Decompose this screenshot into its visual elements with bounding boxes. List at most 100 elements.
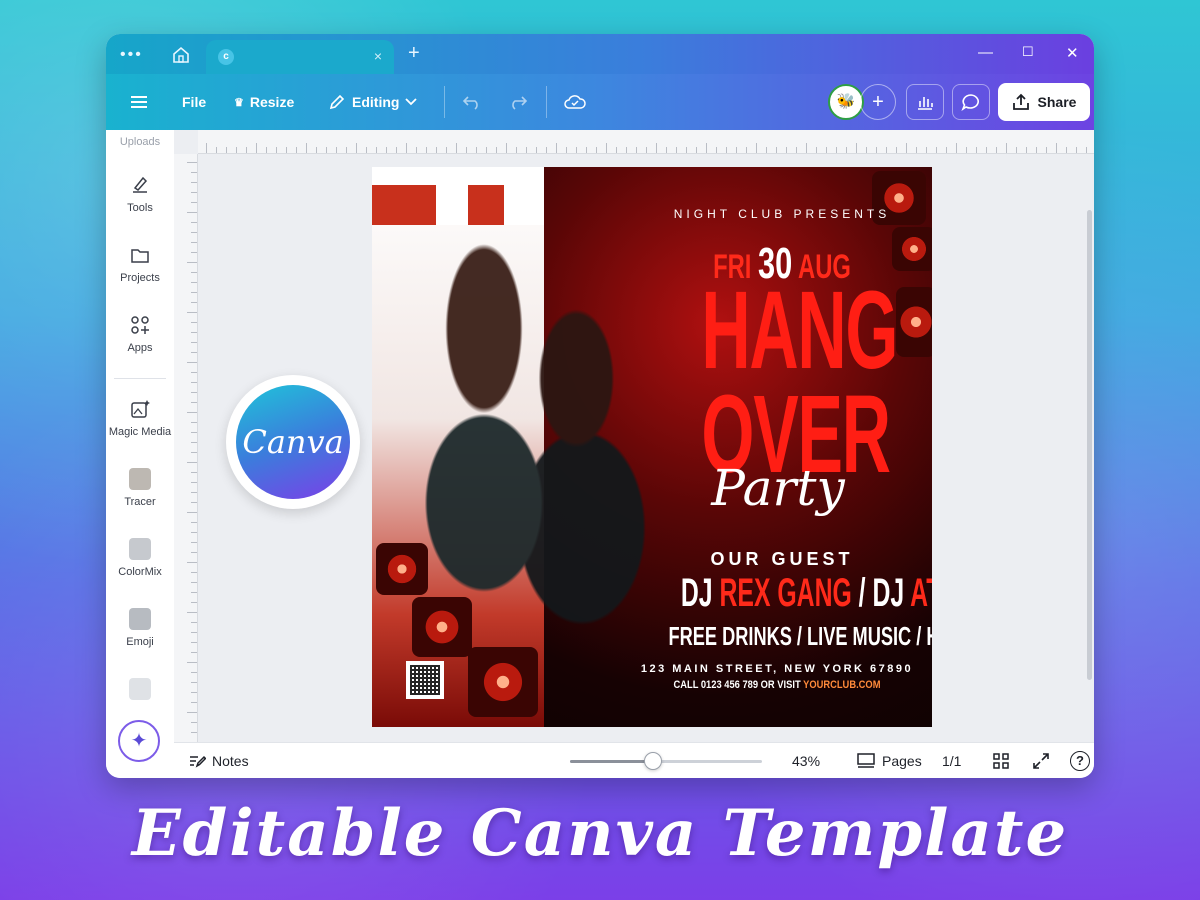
fullscreen-icon[interactable] xyxy=(1032,743,1050,778)
ruler-tick xyxy=(191,572,197,573)
tab-close-icon[interactable]: × xyxy=(374,48,382,64)
ruler-tick xyxy=(191,302,197,303)
resize-button[interactable]: ♛ Resize xyxy=(234,74,294,130)
ruler-tick xyxy=(191,452,197,453)
ruler-tick xyxy=(191,172,197,173)
maximize-icon[interactable]: ☐ xyxy=(1022,44,1034,60)
tab-active[interactable]: c × xyxy=(206,40,394,74)
minimize-icon[interactable]: — xyxy=(978,44,993,61)
sidebar-item-more[interactable] xyxy=(106,678,174,706)
ruler-tick xyxy=(596,147,597,153)
editor-footer: Notes 43% Pages 1/1 ? xyxy=(174,742,1094,778)
ruler-tick xyxy=(226,147,227,153)
flyer-presents-text: NIGHT CLUB PRESENTS xyxy=(673,207,891,221)
ruler-tick xyxy=(191,532,197,533)
zoom-level[interactable]: 43% xyxy=(792,743,820,778)
avatar[interactable]: 🐝 xyxy=(828,84,864,120)
ruler-tick xyxy=(946,147,947,153)
ruler-tick xyxy=(191,192,197,193)
ruler-tick xyxy=(846,147,847,153)
ruler-tick xyxy=(836,147,837,153)
toolbar-divider xyxy=(444,86,445,118)
ruler-tick xyxy=(966,147,967,153)
title-bar: ••• c × + — ☐ ✕ xyxy=(106,34,1094,74)
share-button[interactable]: Share xyxy=(998,83,1090,121)
flyer-address: 123 MAIN STREET, NEW YORK 67890 xyxy=(640,663,914,675)
ruler-tick xyxy=(976,147,977,153)
sidebar-item-label: Tools xyxy=(127,202,153,214)
file-button[interactable]: File xyxy=(182,74,206,130)
ruler-tick xyxy=(926,147,927,153)
sidebar-item-tracer[interactable]: Tracer xyxy=(106,468,174,508)
undo-icon[interactable] xyxy=(462,74,482,130)
analytics-button[interactable] xyxy=(906,84,944,120)
page-counter: 1/1 xyxy=(942,753,962,769)
share-label: Share xyxy=(1037,94,1077,110)
ruler-tick xyxy=(296,147,297,153)
grid-view-icon[interactable] xyxy=(992,743,1010,778)
ruler-tick xyxy=(191,702,197,703)
cloud-saved-icon[interactable] xyxy=(564,74,586,130)
close-icon[interactable]: ✕ xyxy=(1066,44,1079,62)
ruler-tick xyxy=(191,592,197,593)
comment-button[interactable] xyxy=(952,84,990,120)
ruler-tick xyxy=(476,147,477,153)
flyer-title: HANG OVER xyxy=(701,269,898,490)
ruler-tick xyxy=(346,147,347,153)
chevron-down-icon xyxy=(405,98,418,106)
ruler-tick xyxy=(336,147,337,153)
ruler-tick xyxy=(686,147,687,153)
toolbar-divider xyxy=(546,86,547,118)
ruler-horizontal xyxy=(198,130,1094,154)
sidebar-item-emoji[interactable]: Emoji xyxy=(106,608,174,648)
sidebar-item-apps[interactable]: Apps xyxy=(106,314,174,354)
zoom-slider-handle[interactable] xyxy=(643,752,662,770)
ruler-tick xyxy=(636,147,637,153)
ruler-tick xyxy=(456,143,457,153)
dj-separator: / xyxy=(858,571,866,615)
sidebar-item-label: Emoji xyxy=(126,636,154,648)
ruler-tick xyxy=(626,147,627,153)
sidebar-item-projects[interactable]: Projects xyxy=(106,244,174,284)
ruler-tick xyxy=(326,147,327,153)
ruler-tick xyxy=(191,502,197,503)
ruler-tick xyxy=(187,312,197,313)
add-collaborator-button[interactable]: + xyxy=(860,84,896,120)
canva-logo-text: Canva xyxy=(236,385,350,499)
ruler-tick xyxy=(776,147,777,153)
sidebar-item-uploads[interactable]: Uploads xyxy=(106,136,174,148)
new-tab-icon[interactable]: + xyxy=(408,42,420,65)
sidebar-item-tools[interactable]: Tools xyxy=(106,174,174,214)
ruler-tick xyxy=(526,147,527,153)
ruler-tick xyxy=(191,222,197,223)
ruler-tick xyxy=(866,147,867,153)
editing-button[interactable]: Editing xyxy=(328,74,418,130)
sidebar-item-colormix[interactable]: ColorMix xyxy=(106,538,174,578)
design-page[interactable]: NIGHT CLUB PRESENTS FRI 30 AUG HANG OVER… xyxy=(372,167,932,727)
notes-button[interactable]: Notes xyxy=(188,743,249,778)
zoom-slider[interactable] xyxy=(570,752,762,770)
sidebar-item-label: Tracer xyxy=(124,496,156,508)
ruler-tick xyxy=(736,147,737,153)
sidebar-item-magic-media[interactable]: Magic Media xyxy=(106,398,174,438)
help-button[interactable]: ? xyxy=(1070,743,1090,778)
ruler-tick xyxy=(406,143,407,153)
ruler-tick xyxy=(1026,147,1027,153)
ruler-tick xyxy=(191,672,197,673)
ruler-tick xyxy=(187,512,197,513)
vertical-scrollbar[interactable] xyxy=(1087,210,1092,680)
redo-icon[interactable] xyxy=(508,74,528,130)
magic-sparkle-button[interactable]: ✦ xyxy=(118,720,160,762)
ruler-tick xyxy=(466,147,467,153)
ruler-tick xyxy=(187,162,197,163)
ruler-tick xyxy=(646,147,647,153)
pages-button[interactable]: Pages xyxy=(856,743,922,778)
sidebar-divider xyxy=(114,378,166,379)
more-icon[interactable]: ••• xyxy=(120,46,143,64)
sidebar-item-label: Apps xyxy=(127,342,153,354)
ruler-tick xyxy=(706,143,707,153)
menu-icon[interactable] xyxy=(130,74,148,130)
ruler-tick xyxy=(996,147,997,153)
title-line-1: HANG xyxy=(701,269,898,392)
home-icon[interactable] xyxy=(170,44,192,66)
